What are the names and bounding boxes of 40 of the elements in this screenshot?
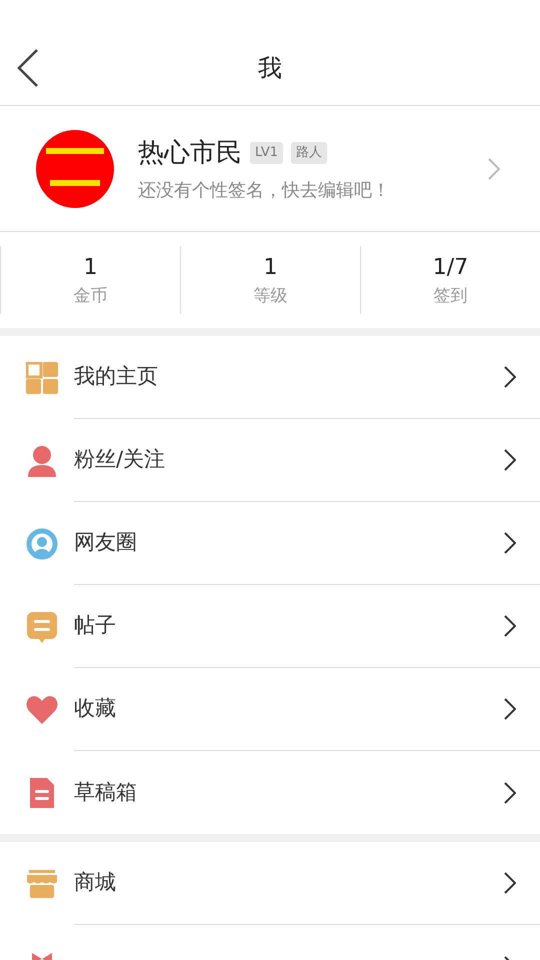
menu-item[interactable]: 帖子 <box>0 585 540 668</box>
stat-label: 等级 <box>254 284 288 308</box>
menu-item[interactable]: 收藏 <box>0 668 540 751</box>
grid-icon <box>26 362 58 394</box>
level-tag: 路人 <box>290 142 327 164</box>
chevron-icon <box>504 698 516 720</box>
back-button[interactable] <box>16 48 40 88</box>
chevron-icon <box>504 366 516 388</box>
message-icon <box>26 610 58 642</box>
level-tag: LV1 <box>250 142 283 164</box>
menu-item[interactable]: 我的主页 <box>0 336 540 419</box>
shop-icon <box>26 868 58 900</box>
stat-label: 签到 <box>434 284 468 308</box>
menu-label: 网友圈 <box>74 529 138 556</box>
signature-text: 还没有个性签名，快去编辑吧！ <box>138 178 391 202</box>
page-title: 我 <box>258 53 282 84</box>
chevron-icon <box>488 158 500 180</box>
chevron-icon <box>504 615 516 637</box>
user-name: 热心市民 <box>138 136 242 170</box>
menu-label: 粉丝/关注 <box>74 446 166 474</box>
menu-label: 我的主页 <box>74 363 159 390</box>
menu-label: 商城 <box>74 869 117 896</box>
menu-item[interactable]: 草稿箱 <box>0 751 540 834</box>
stat-label: 金币 <box>74 284 108 308</box>
menu-item[interactable]: 商城 <box>0 842 540 925</box>
menu-item[interactable]: 网友圈 <box>0 502 540 585</box>
broadcast-icon <box>26 528 58 560</box>
heart-icon <box>26 694 58 726</box>
chevron-icon <box>504 532 516 554</box>
chevron-icon <box>504 449 516 471</box>
menu-label: 收藏 <box>74 695 117 722</box>
stat-value: 1/7 <box>432 254 468 282</box>
menu-label: 草稿箱 <box>74 778 138 806</box>
menu-item[interactable]: 粉丝/关注 <box>0 419 540 502</box>
chevron-icon <box>504 782 516 804</box>
stat-value: 1 <box>84 254 98 282</box>
chevron-icon <box>504 872 516 894</box>
stat-value: 1 <box>264 254 278 282</box>
person-icon <box>26 444 58 476</box>
menu-label: 帖子 <box>74 612 117 640</box>
